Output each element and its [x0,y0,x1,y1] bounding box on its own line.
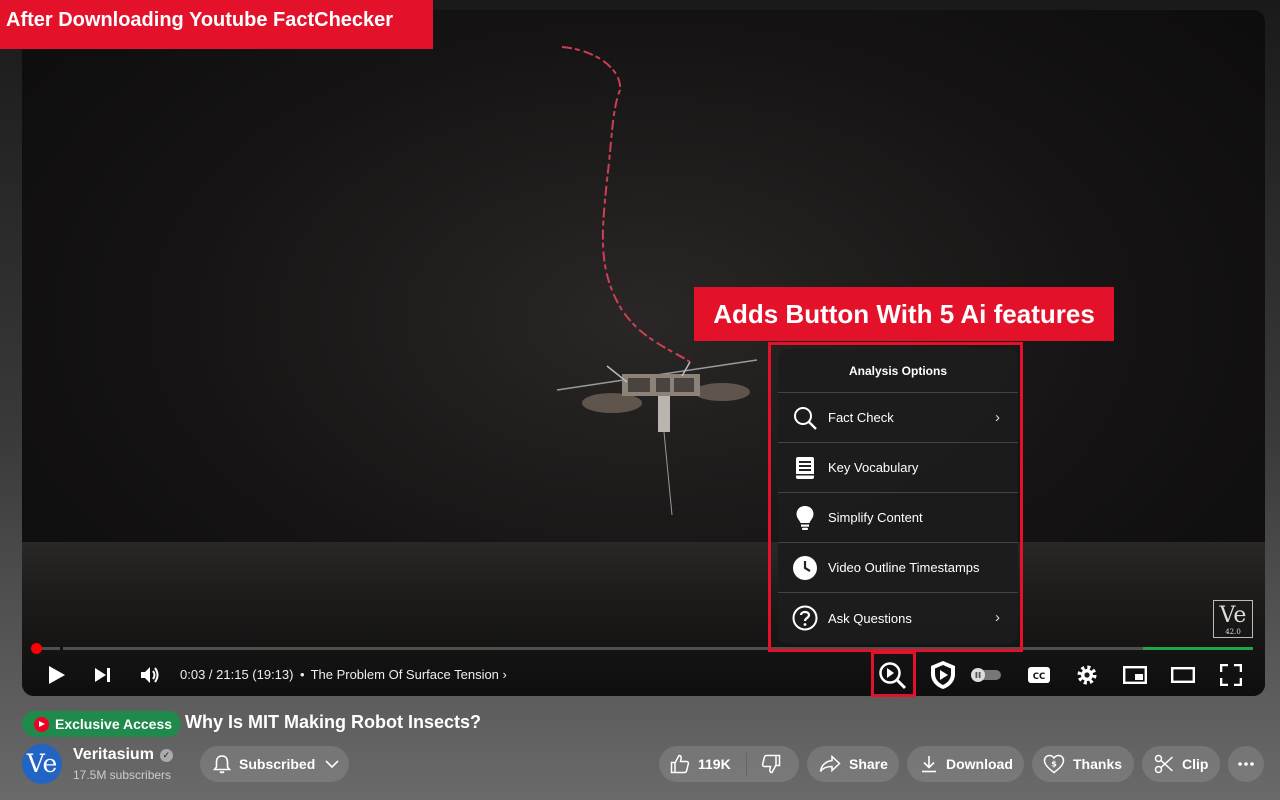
clip-button[interactable]: Clip [1142,746,1220,782]
annotation-callout-text: Adds Button With 5 Ai features [713,299,1095,329]
fullscreen-icon [1220,664,1242,686]
search-icon [792,405,818,431]
thumbs-down-icon [761,754,780,774]
like-dislike-group: 119K [659,746,799,782]
captions-button[interactable]: CC [1022,655,1056,695]
menu-item-ask-questions[interactable]: Ask Questions › [778,593,1018,643]
chapter-label: The Problem Of Surface Tension [310,667,499,682]
menu-item-fact-check[interactable]: Fact Check › [778,393,1018,443]
badge-label: Exclusive Access [55,716,173,732]
bell-icon [213,754,231,774]
clip-label: Clip [1182,756,1209,772]
gear-icon [1077,665,1097,685]
thumbs-up-icon [670,754,690,774]
menu-item-label: Video Outline Timestamps [828,560,980,575]
chevron-down-icon [325,759,339,769]
chapter-title[interactable]: • The Problem Of Surface Tension › [300,667,507,682]
menu-item-label: Simplify Content [828,510,923,525]
question-icon [792,605,818,631]
captions-icon: CC [1028,667,1050,683]
annotation-banner: After Downloading Youtube FactChecker [0,0,433,49]
next-button[interactable] [88,655,118,695]
fullscreen-button[interactable] [1214,655,1248,695]
share-label: Share [849,756,888,772]
miniplayer-button[interactable] [1118,655,1152,695]
verified-check-icon: ✓ [159,749,173,762]
video-player[interactable]: Ve 42.0 0:03 / 21:15 (19:13) • The Proble… [22,10,1265,696]
thanks-label: Thanks [1073,756,1123,772]
lightbulb-icon [792,505,818,531]
menu-item-label: Key Vocabulary [828,460,919,475]
menu-title: Analysis Options [778,349,1018,393]
time-display: 0:03 / 21:15 (19:13) [180,667,294,682]
menu-item-key-vocabulary[interactable]: Key Vocabulary [778,443,1018,493]
button-highlight-box [871,651,916,697]
theater-mode-button[interactable] [1166,655,1200,695]
channel-avatar[interactable]: Ve [22,744,62,784]
youtube-play-icon [34,716,49,732]
miniplayer-icon [1123,666,1147,684]
play-button[interactable] [42,655,72,695]
video-title: Why Is MIT Making Robot Insects? [185,712,482,732]
chapter-marker [60,647,63,650]
settings-button[interactable] [1070,655,1104,695]
annotation-callout: Adds Button With 5 Ai features [694,287,1114,341]
share-arrow-icon [819,755,841,773]
player-controls: 0:03 / 21:15 (19:13) • The Problem Of Sur… [22,655,1265,695]
progress-scrubber[interactable] [31,643,42,654]
exclusive-access-badge[interactable]: Exclusive Access [22,711,182,737]
download-button[interactable]: Download [907,746,1024,782]
shield-play-icon [931,661,955,689]
menu-item-label: Ask Questions [828,610,912,626]
autoplay-toggle[interactable] [968,655,1004,695]
progress-segment-highlight [1143,647,1253,650]
volume-button[interactable] [134,655,166,695]
book-icon [792,455,818,481]
heart-dollar-icon: $ [1043,754,1065,774]
subscribed-label: Subscribed [239,756,316,772]
clock-icon [792,555,818,581]
play-icon [49,666,65,684]
button-divider [745,752,747,776]
svg-text:$: $ [1051,760,1057,769]
subscribed-button[interactable]: Subscribed [200,746,349,782]
channel-name[interactable]: Veritasium ✓ [73,746,173,764]
download-label: Download [946,756,1013,772]
channel-name-label: Veritasium [73,746,154,763]
share-button[interactable]: Share [807,746,899,782]
chevron-right-icon: › [995,409,1000,426]
scissors-icon [1154,754,1174,774]
menu-item-label: Fact Check [828,410,894,425]
chevron-right-icon: › [995,609,1000,626]
more-actions-button[interactable] [1228,746,1264,782]
channel-watermark: Ve 42.0 [1213,600,1253,638]
shield-play-button[interactable] [926,655,960,695]
download-icon [920,755,938,773]
progress-bar[interactable] [36,647,1253,650]
dislike-button[interactable] [761,754,781,774]
menu-item-simplify-content[interactable]: Simplify Content [778,493,1018,543]
svg-text:CC: CC [1033,672,1045,682]
analysis-options-menu: Analysis Options Fact Check › Key Vocabu… [778,349,1018,644]
autoplay-toggle-icon [971,668,1001,682]
theater-mode-icon [1171,667,1195,683]
volume-icon [141,667,159,683]
more-horizontal-icon [1238,762,1254,766]
subscriber-count: 17.5M subscribers [73,768,172,782]
thanks-button[interactable]: $ Thanks [1032,746,1134,782]
video-frame-robot-insect [556,46,758,516]
annotation-banner-text: After Downloading Youtube FactChecker [6,9,394,31]
next-icon [95,668,110,682]
like-button[interactable]: 119K [670,754,731,774]
menu-item-video-outline[interactable]: Video Outline Timestamps [778,543,1018,593]
like-count: 119K [698,756,731,772]
